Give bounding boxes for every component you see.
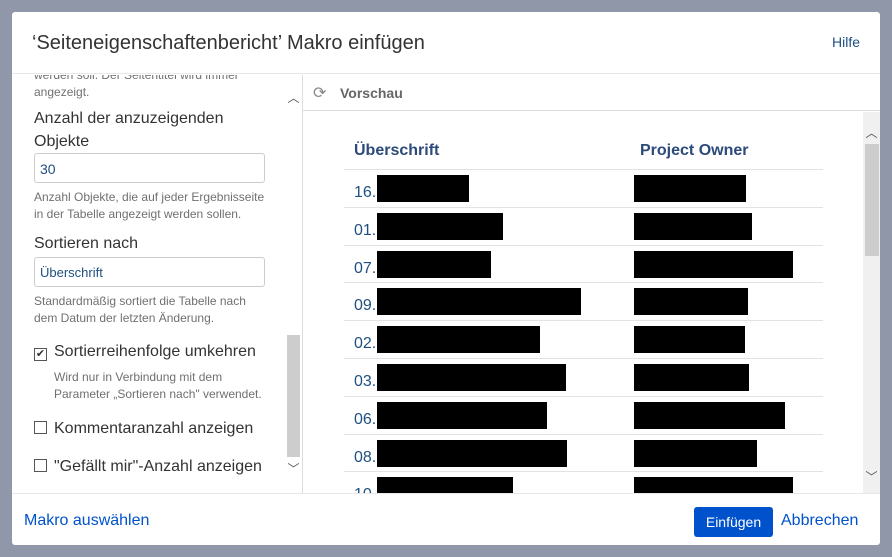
count-label-2: Objekte <box>34 133 90 150</box>
scroll-up-icon[interactable]: ︿ <box>285 89 302 106</box>
count-label: Anzahl der anzuzeigenden <box>34 110 224 127</box>
count-description: Anzahl Objekte, die auf jeder Ergebnisse… <box>34 190 265 204</box>
reverse-sort-option[interactable]: ✔ Sortierreihenfolge umkehren <box>34 343 256 361</box>
parameters-panel: werden soll. Der Seitentitel wird immer … <box>12 75 302 493</box>
preview-label: Vorschau <box>340 85 403 101</box>
help-link[interactable]: Hilfe <box>832 34 860 50</box>
row-number[interactable]: 09. <box>354 297 376 315</box>
row-number[interactable]: 10. <box>354 486 376 493</box>
row-number[interactable]: 07. <box>354 260 376 278</box>
likes-count-checkbox[interactable] <box>34 459 47 472</box>
macro-dialog: ‘Seiteneigenschaftenbericht’ Makro einfü… <box>12 12 880 545</box>
count-input[interactable]: 30 <box>34 153 265 183</box>
comments-count-label: Kommentaranzahl anzeigen <box>54 420 254 437</box>
scrollbar-thumb[interactable] <box>287 335 300 457</box>
reverse-description: Wird nur in Verbindung mit dem <box>54 370 223 384</box>
table-row: 01. <box>344 206 823 245</box>
cancel-link[interactable]: Abbrechen <box>781 512 858 530</box>
table-row: 16. <box>344 169 823 207</box>
redacted-owner <box>634 326 745 354</box>
table-row: 08. <box>344 433 823 472</box>
preview-scrollbar[interactable]: ︿ ﹀ <box>863 112 880 493</box>
redacted-title <box>377 439 567 467</box>
redacted-title <box>377 364 566 391</box>
preview-panel: ⟳ Vorschau Überschrift Project Owner 16.… <box>302 75 880 493</box>
redacted-title <box>377 288 581 316</box>
reverse-description-2: Parameter „Sortieren nach" verwendet. <box>54 387 262 401</box>
redacted-owner <box>634 439 757 467</box>
sort-input[interactable]: Überschrift <box>34 257 265 287</box>
redacted-owner <box>634 175 746 202</box>
comments-count-option[interactable]: Kommentaranzahl anzeigen <box>34 420 253 438</box>
column-header-owner: Project Owner <box>640 142 749 159</box>
column-header-title: Überschrift <box>354 142 440 159</box>
table-row: 09. <box>344 282 823 320</box>
scrollbar-thumb[interactable] <box>865 144 879 256</box>
row-number[interactable]: 01. <box>354 222 376 240</box>
sort-label: Sortieren nach <box>34 235 139 252</box>
table-row: 03. <box>344 358 823 396</box>
redacted-title <box>377 212 503 240</box>
count-description-2: in der Tabelle angezeigt werden sollen. <box>34 207 242 221</box>
redacted-owner <box>634 364 749 391</box>
scroll-down-icon[interactable]: ﹀ <box>863 468 880 485</box>
redacted-owner <box>634 477 793 493</box>
row-number[interactable]: 16. <box>354 184 376 202</box>
redacted-owner <box>634 401 785 429</box>
dialog-title: ‘Seiteneigenschaftenbericht’ Makro einfü… <box>32 32 425 54</box>
redacted-title <box>377 175 469 202</box>
likes-count-label: "Gefällt mir"-Anzahl anzeigen <box>54 458 262 475</box>
likes-count-option[interactable]: "Gefällt mir"-Anzahl anzeigen <box>34 458 262 476</box>
left-scrollbar[interactable]: ︿ ﹀ <box>285 75 302 493</box>
sort-description: Standardmäßig sortiert die Tabelle nach <box>34 294 246 308</box>
dialog-header: ‘Seiteneigenschaftenbericht’ Makro einfü… <box>12 12 880 74</box>
redacted-title <box>377 326 540 354</box>
row-number[interactable]: 02. <box>354 335 376 353</box>
refresh-icon[interactable]: ⟳ <box>313 83 326 103</box>
clipped-description: werden soll. Der Seitentitel wird immer <box>34 75 239 82</box>
scroll-down-icon[interactable]: ﹀ <box>285 460 302 477</box>
redacted-owner <box>634 288 748 316</box>
row-number[interactable]: 06. <box>354 411 376 429</box>
redacted-title <box>377 401 547 429</box>
redacted-title <box>377 477 513 493</box>
row-number[interactable]: 08. <box>354 449 376 467</box>
redacted-title <box>377 250 491 278</box>
preview-table: Überschrift Project Owner 16. 01. 07. 09. 02… <box>303 112 863 493</box>
preview-header: ⟳ Vorschau <box>303 75 880 111</box>
comments-count-checkbox[interactable] <box>34 421 47 434</box>
redacted-owner <box>634 212 752 240</box>
reverse-sort-label: Sortierreihenfolge umkehren <box>54 343 256 360</box>
redacted-owner <box>634 250 793 278</box>
table-row: 06. <box>344 395 823 434</box>
scroll-up-icon[interactable]: ︿ <box>863 124 880 141</box>
clipped-description-end: angezeigt. <box>34 85 90 99</box>
table-row: 07. <box>344 244 823 283</box>
reverse-sort-checkbox[interactable]: ✔ <box>34 348 47 361</box>
table-row: 10. <box>344 471 823 493</box>
sort-description-2: dem Datum der letzten Änderung. <box>34 311 215 325</box>
row-number[interactable]: 03. <box>354 373 376 391</box>
insert-button[interactable]: Einfügen <box>694 507 773 537</box>
dialog-footer: Makro auswählen Einfügen Abbrechen <box>12 493 880 545</box>
table-row: 02. <box>344 320 823 358</box>
select-macro-link[interactable]: Makro auswählen <box>24 512 149 530</box>
